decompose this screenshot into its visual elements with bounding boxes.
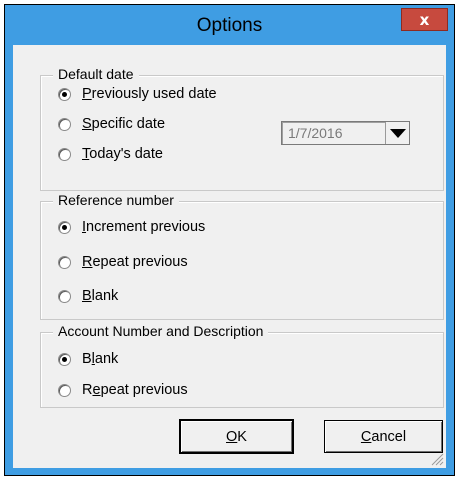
radio-button[interactable]: [58, 255, 71, 269]
radio-label: Repeat previous: [82, 382, 188, 398]
options-dialog: Options x Default date Previously used d…: [4, 4, 455, 476]
radio-button-checked[interactable]: [58, 220, 71, 234]
chevron-down-icon[interactable]: [385, 122, 409, 144]
radio-label: Blank: [82, 351, 119, 367]
close-button[interactable]: x: [401, 8, 448, 31]
radio-label: Blank: [82, 288, 119, 304]
close-icon: x: [419, 10, 430, 29]
radio-button-checked[interactable]: [58, 352, 71, 366]
radio-button-checked[interactable]: [58, 87, 71, 101]
default-date-group-label: Default date: [53, 66, 139, 82]
radio-label: Previously used date: [82, 86, 217, 102]
ok-button[interactable]: OK: [179, 419, 294, 454]
dialog-client-area: Default date Previously used date Specif…: [13, 45, 446, 468]
radio-label: Repeat previous: [82, 254, 188, 270]
cancel-button[interactable]: Cancel: [324, 420, 443, 453]
radio-specific-date[interactable]: Specific date: [58, 116, 165, 132]
radio-previously-used-date[interactable]: Previously used date: [58, 86, 217, 102]
radio-blank[interactable]: Blank: [58, 288, 118, 304]
radio-repeat-previous[interactable]: Repeat previous: [58, 254, 188, 270]
radio-label: Specific date: [82, 116, 166, 132]
dialog-frame: Options x Default date Previously used d…: [5, 5, 454, 475]
radio-todays-date[interactable]: Today's date: [58, 146, 163, 162]
radio-label: Today's date: [82, 146, 163, 162]
radio-label: Increment previous: [82, 219, 206, 235]
reference-number-group-label: Reference number: [53, 192, 179, 208]
radio-increment-previous[interactable]: Increment previous: [58, 219, 205, 235]
radio-button[interactable]: [58, 117, 71, 131]
resize-grip-icon[interactable]: [430, 452, 444, 466]
radio-account-repeat-previous[interactable]: Repeat previous: [58, 382, 188, 398]
date-value: 1/7/2016: [288, 125, 343, 141]
radio-account-blank[interactable]: Blank: [58, 351, 118, 367]
radio-button[interactable]: [58, 383, 71, 397]
specific-date-picker[interactable]: 1/7/2016: [281, 121, 410, 145]
radio-button[interactable]: [58, 289, 71, 303]
dialog-title: Options: [196, 15, 263, 36]
title-bar[interactable]: Options x: [5, 5, 454, 45]
account-number-group-label: Account Number and Description: [53, 323, 269, 339]
radio-button[interactable]: [58, 147, 71, 161]
reference-number-group: Reference number Increment previous Repe…: [40, 192, 444, 320]
account-number-group: Account Number and Description Blank Rep…: [40, 323, 444, 408]
